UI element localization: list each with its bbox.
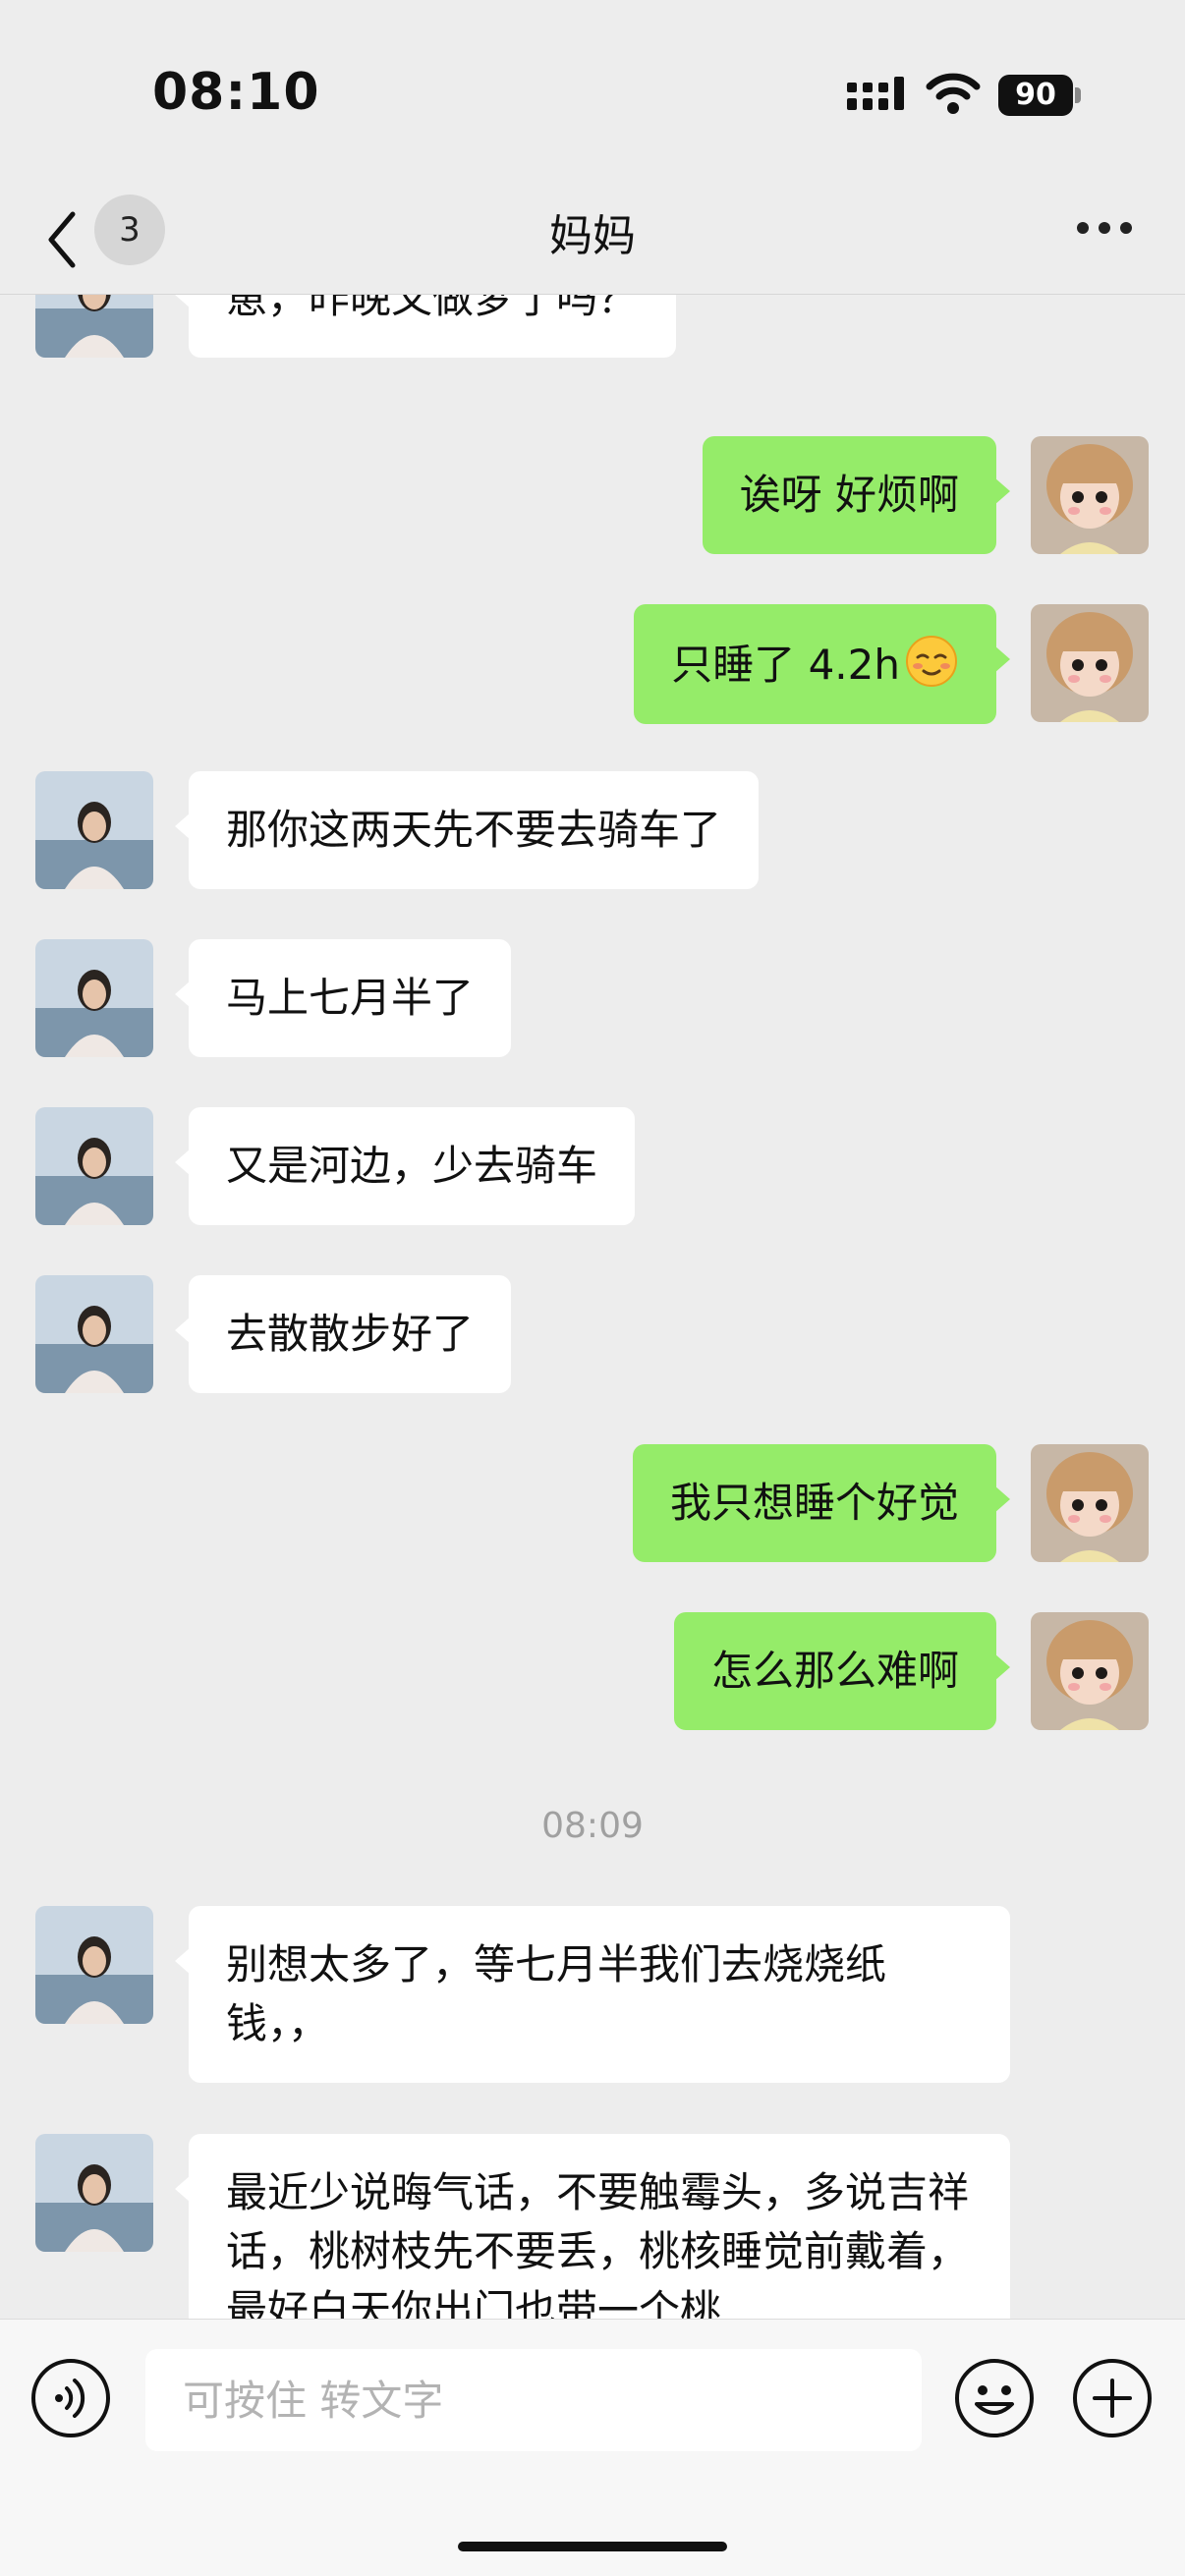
my-avatar[interactable]	[1031, 1444, 1149, 1562]
outgoing-message-bubble[interactable]: 诶呀 好烦啊	[702, 436, 1011, 554]
battery-icon: 90	[998, 75, 1081, 116]
contact-avatar[interactable]	[35, 295, 153, 358]
contact-avatar[interactable]	[35, 771, 153, 889]
chat-header: 3 妈妈	[0, 187, 1185, 295]
contact-avatar[interactable]	[35, 1906, 153, 2024]
chat-title: 妈妈	[549, 211, 636, 261]
incoming-message-bubble[interactable]: 那你这两天先不要去骑车了	[174, 771, 760, 889]
outgoing-message-bubble[interactable]: 我只想睡个好觉	[632, 1444, 1011, 1562]
incoming-message-bubble[interactable]: 别想太多了，等七月半我们去烧烧纸钱，，	[175, 1906, 1010, 2083]
message-text: 只睡了 4.2h	[671, 641, 900, 689]
more-dots-icon[interactable]	[1077, 222, 1132, 238]
timestamp-divider: 08:09	[541, 1806, 644, 1846]
wifi-icon	[926, 73, 981, 114]
message-list[interactable]: 崽，昨晚又做梦了吗？ 诶呀 好烦啊 只睡了 4.2h 那你这两天先不要去骑车了 …	[0, 295, 1185, 2319]
incoming-message-bubble[interactable]: 马上七月半了	[174, 939, 512, 1057]
smiling-blush-emoji-icon	[906, 636, 957, 687]
contact-avatar[interactable]	[35, 1275, 153, 1393]
incoming-message-bubble[interactable]: 崽，昨晚又做梦了吗？	[174, 295, 677, 358]
my-avatar[interactable]	[1031, 436, 1149, 554]
home-indicator[interactable]	[458, 2542, 727, 2551]
outgoing-message-bubble[interactable]: 只睡了 4.2h	[634, 604, 1010, 724]
incoming-message-bubble[interactable]: 又是河边，少去骑车	[174, 1107, 636, 1225]
battery-cap	[1075, 87, 1081, 103]
battery-level: 90	[998, 75, 1073, 116]
status-bar: 08:10 90	[0, 0, 1185, 187]
message-input[interactable]	[145, 2349, 922, 2451]
incoming-message-bubble[interactable]: 去散散步好了	[174, 1275, 512, 1393]
voice-icon[interactable]	[29, 2357, 112, 2439]
contact-avatar[interactable]	[35, 2134, 153, 2252]
my-avatar[interactable]	[1031, 1612, 1149, 1730]
plus-icon[interactable]	[1071, 2357, 1154, 2439]
outgoing-message-bubble[interactable]: 怎么那么难啊	[673, 1612, 1011, 1730]
cellular-signal-icon	[847, 77, 904, 110]
contact-avatar[interactable]	[35, 939, 153, 1057]
input-bar	[0, 2319, 1185, 2576]
my-avatar[interactable]	[1031, 604, 1149, 722]
contact-avatar[interactable]	[35, 1107, 153, 1225]
emoji-icon[interactable]	[953, 2357, 1036, 2439]
incoming-message-bubble[interactable]: 最近少说晦气话，不要触霉头，多说吉祥话，桃树枝先不要丢，桃核睡觉前戴着，最好白天…	[175, 2134, 1010, 2319]
status-time: 08:10	[152, 63, 320, 122]
